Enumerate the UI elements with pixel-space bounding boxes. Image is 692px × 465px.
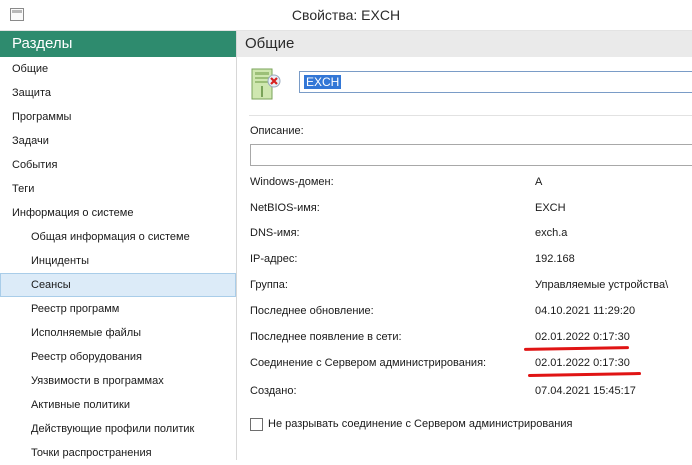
admin-server-connection-value: 02.01.2022 0:17:30 bbox=[535, 357, 630, 369]
sidebar-item-distribution-points[interactable]: Точки распространения bbox=[0, 441, 236, 465]
dns-name-label: DNS-имя: bbox=[250, 227, 300, 239]
sidebar-item-applications[interactable]: Программы bbox=[0, 105, 236, 129]
created-label: Создано: bbox=[250, 385, 297, 397]
managed-device-status-icon bbox=[251, 68, 281, 100]
sidebar-item-tasks[interactable]: Задачи bbox=[0, 129, 236, 153]
sidebar-item-hardware-registry[interactable]: Реестр оборудования bbox=[0, 345, 236, 369]
group-label: Группа: bbox=[250, 279, 288, 291]
sidebar-item-vulnerabilities[interactable]: Уязвимости в программах bbox=[0, 369, 236, 393]
sidebar-item-executables[interactable]: Исполняемые файлы bbox=[0, 321, 236, 345]
last-update-label: Последнее обновление: bbox=[250, 305, 374, 317]
sections-list: Общие Защита Программы Задачи События Те… bbox=[0, 57, 236, 465]
description-field[interactable] bbox=[250, 144, 692, 166]
sidebar-item-events[interactable]: События bbox=[0, 153, 236, 177]
description-label: Описание: bbox=[250, 125, 304, 137]
highlight-underline bbox=[527, 372, 642, 377]
sidebar-item-incidents[interactable]: Инциденты bbox=[0, 249, 236, 273]
sidebar-item-system-info[interactable]: Информация о системе bbox=[0, 201, 236, 225]
device-name-text: EXCH bbox=[304, 75, 342, 89]
highlight-underline bbox=[523, 346, 630, 351]
ip-address-value: 192.168 bbox=[535, 253, 575, 265]
group-value: Управляемые устройства\ bbox=[535, 279, 669, 291]
title-bar: Свойства: EXCH bbox=[0, 0, 692, 31]
dns-name-value: exch.a bbox=[535, 227, 568, 239]
ip-address-label: IP-адрес: bbox=[250, 253, 298, 265]
last-seen-label: Последнее появление в сети: bbox=[250, 331, 402, 343]
sidebar-item-protection[interactable]: Защита bbox=[0, 81, 236, 105]
sidebar-item-policy-profiles[interactable]: Действующие профили политик bbox=[0, 417, 236, 441]
windows-domain-value: A bbox=[535, 176, 543, 188]
keep-connection-label[interactable]: Не разрывать соединение с Сервером админ… bbox=[268, 418, 572, 430]
sidebar-item-active-policies[interactable]: Активные политики bbox=[0, 393, 236, 417]
general-panel: Общие EXCH Описание: Windows-домен: A Ne… bbox=[237, 31, 692, 460]
created-value: 07.04.2021 15:45:17 bbox=[535, 385, 636, 397]
netbios-name-label: NetBIOS-имя: bbox=[250, 202, 320, 214]
sidebar-item-app-registry[interactable]: Реестр программ bbox=[0, 297, 236, 321]
last-update-value: 04.10.2021 11:29:20 bbox=[535, 305, 636, 317]
window-title: Свойства: EXCH bbox=[291, 7, 401, 23]
sidebar-item-sessions[interactable]: Сеансы bbox=[0, 273, 236, 297]
sidebar-item-system-general-info[interactable]: Общая информация о системе bbox=[0, 225, 236, 249]
sidebar-item-tags[interactable]: Теги bbox=[0, 177, 236, 201]
panel-title: Общие bbox=[237, 31, 692, 57]
device-name-field[interactable]: EXCH bbox=[299, 71, 692, 93]
netbios-name-value: EXCH bbox=[535, 202, 566, 214]
keep-connection-checkbox[interactable] bbox=[250, 418, 263, 431]
sections-sidebar: Разделы Общие Защита Программы Задачи Со… bbox=[0, 31, 237, 460]
sidebar-item-general[interactable]: Общие bbox=[0, 57, 236, 81]
admin-server-connection-label: Соединение с Сервером администрирования: bbox=[250, 357, 487, 369]
last-seen-value: 02.01.2022 0:17:30 bbox=[535, 331, 630, 343]
sidebar-header: Разделы bbox=[0, 31, 236, 57]
separator bbox=[249, 115, 692, 116]
windows-domain-label: Windows-домен: bbox=[250, 176, 334, 188]
